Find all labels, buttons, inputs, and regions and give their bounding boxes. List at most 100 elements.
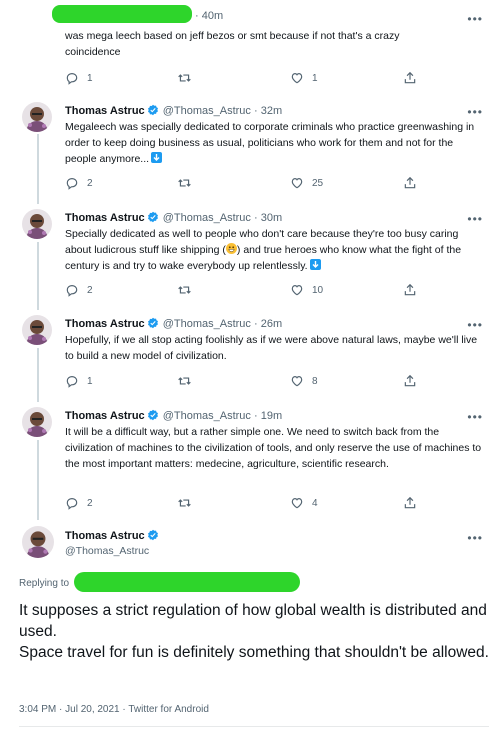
like-button[interactable]: 25	[290, 175, 323, 191]
tweet-timestamp-footer[interactable]: 3:04 PM · Jul 20, 2021 · Twitter for And…	[19, 704, 209, 715]
share-icon	[404, 374, 416, 387]
verified-badge-icon	[147, 529, 158, 541]
tweet-text: Specially dedicated as well to people wh…	[65, 227, 485, 274]
reply-count: 2	[87, 284, 93, 296]
tweet-time[interactable]: · 19m	[254, 410, 282, 422]
more-icon[interactable]: •••	[467, 531, 483, 545]
reply-icon	[66, 178, 78, 190]
like-icon	[291, 376, 303, 387]
retweet-button[interactable]	[177, 373, 192, 389]
reply-count: 2	[87, 177, 93, 189]
share-button[interactable]	[403, 373, 417, 389]
like-count: 4	[312, 497, 318, 509]
retweet-button[interactable]	[177, 495, 192, 511]
avatar[interactable]	[22, 209, 52, 239]
author-handle[interactable]: @Thomas_Astruc	[163, 410, 251, 422]
tweet-actions: 2 4	[65, 495, 485, 511]
reply-icon	[66, 73, 78, 85]
reply-tweet[interactable]: · 40m ••• was mega leech based on jeff b…	[0, 0, 500, 92]
share-button[interactable]	[403, 175, 417, 191]
share-button[interactable]	[403, 70, 417, 86]
author-name[interactable]: Thomas Astruc	[65, 105, 145, 117]
like-count: 25	[312, 177, 324, 189]
reply-count: 2	[87, 497, 93, 509]
redacted-author	[52, 5, 192, 23]
retweet-icon	[178, 286, 191, 294]
tweet-time[interactable]: · 32m	[254, 105, 282, 117]
reply-tweet-actions: 1 1	[65, 70, 485, 86]
tweet-text: Megaleech was specially dedicated to cor…	[65, 120, 485, 167]
share-icon	[404, 71, 416, 84]
author-name[interactable]: Thomas Astruc	[65, 212, 145, 224]
like-icon	[291, 178, 303, 189]
tweet-time[interactable]: · 26m	[254, 318, 282, 330]
avatar[interactable]	[22, 102, 52, 132]
thread-tweet[interactable]: Thomas Astruc @Thomas_Astruc · 19m ••• I…	[0, 405, 500, 515]
share-icon	[404, 176, 416, 189]
main-author-name-row[interactable]: Thomas Astruc	[65, 529, 160, 542]
main-tweet-text-line: It supposes a strict regulation of how g…	[19, 602, 487, 640]
verified-badge-icon	[147, 211, 158, 223]
main-tweet-text-line: Space travel for fun is definitely somet…	[19, 644, 489, 661]
thread-tweet[interactable]: Thomas Astruc @Thomas_Astruc · 30m ••• S…	[0, 207, 500, 307]
reply-tweet-time[interactable]: · 40m	[195, 9, 223, 24]
author-handle[interactable]: @Thomas_Astruc	[163, 318, 251, 330]
reply-button[interactable]: 2	[65, 282, 93, 298]
tweet-actions: 2 10	[65, 282, 485, 298]
tweet-time[interactable]: · 30m	[254, 212, 282, 224]
more-icon[interactable]: •••	[467, 12, 483, 26]
author-name[interactable]: Thomas Astruc	[65, 318, 145, 330]
reply-count: 1	[87, 72, 93, 84]
reply-icon	[66, 376, 78, 388]
like-icon	[291, 73, 303, 84]
more-icon[interactable]: •••	[467, 318, 483, 332]
verified-badge-icon	[147, 317, 158, 329]
retweet-icon	[178, 499, 191, 507]
share-button[interactable]	[403, 282, 417, 298]
reply-button[interactable]: 2	[65, 495, 93, 511]
author-name[interactable]: Thomas Astruc	[65, 410, 145, 422]
share-button[interactable]	[403, 495, 417, 511]
like-button[interactable]: 8	[290, 373, 318, 389]
retweet-button[interactable]	[177, 282, 192, 298]
tweet-text: Hopefully, if we all stop acting foolish…	[65, 334, 478, 362]
share-icon	[404, 496, 416, 509]
reply-icon	[66, 285, 78, 297]
author-handle[interactable]: @Thomas_Astruc	[65, 545, 149, 557]
reply-button[interactable]: 2	[65, 175, 93, 191]
like-count: 8	[312, 375, 318, 387]
grinning-emoji-icon	[225, 242, 237, 254]
share-icon	[404, 283, 416, 296]
reply-icon	[66, 498, 78, 510]
reply-button[interactable]: 1	[65, 70, 93, 86]
retweet-button[interactable]	[177, 70, 192, 86]
divider	[19, 726, 489, 727]
like-button[interactable]: 10	[290, 282, 323, 298]
author-handle[interactable]: @Thomas_Astruc	[163, 212, 251, 224]
thread-tweet[interactable]: Thomas Astruc @Thomas_Astruc · 26m ••• H…	[0, 313, 500, 399]
author-handle[interactable]: @Thomas_Astruc	[163, 105, 251, 117]
like-button[interactable]: 4	[290, 495, 318, 511]
more-icon[interactable]: •••	[467, 410, 483, 424]
redacted-reply-target[interactable]	[74, 572, 300, 592]
avatar[interactable]	[22, 526, 54, 558]
more-icon[interactable]: •••	[467, 105, 483, 119]
retweet-icon	[178, 377, 191, 385]
tweet-actions: 1 8	[65, 373, 485, 389]
avatar[interactable]	[22, 407, 52, 437]
like-icon	[291, 285, 303, 296]
thread-tweet[interactable]: Thomas Astruc @Thomas_Astruc · 32m ••• M…	[0, 100, 500, 200]
retweet-icon	[178, 179, 191, 187]
author-name[interactable]: Thomas Astruc	[65, 530, 145, 542]
tweet-text-content: Megaleech was specially dedicated to cor…	[65, 121, 475, 165]
retweet-button[interactable]	[177, 175, 192, 191]
like-icon	[291, 498, 303, 509]
avatar[interactable]	[22, 315, 52, 345]
reply-button[interactable]: 1	[65, 373, 93, 389]
like-button[interactable]: 1	[290, 70, 318, 86]
like-count: 10	[312, 284, 324, 296]
replying-to-label: Replying to	[19, 578, 70, 589]
reply-tweet-text: was mega leech based on jeff bezos or sm…	[65, 30, 400, 58]
more-icon[interactable]: •••	[467, 212, 483, 226]
down-arrow-emoji-icon	[309, 258, 321, 270]
